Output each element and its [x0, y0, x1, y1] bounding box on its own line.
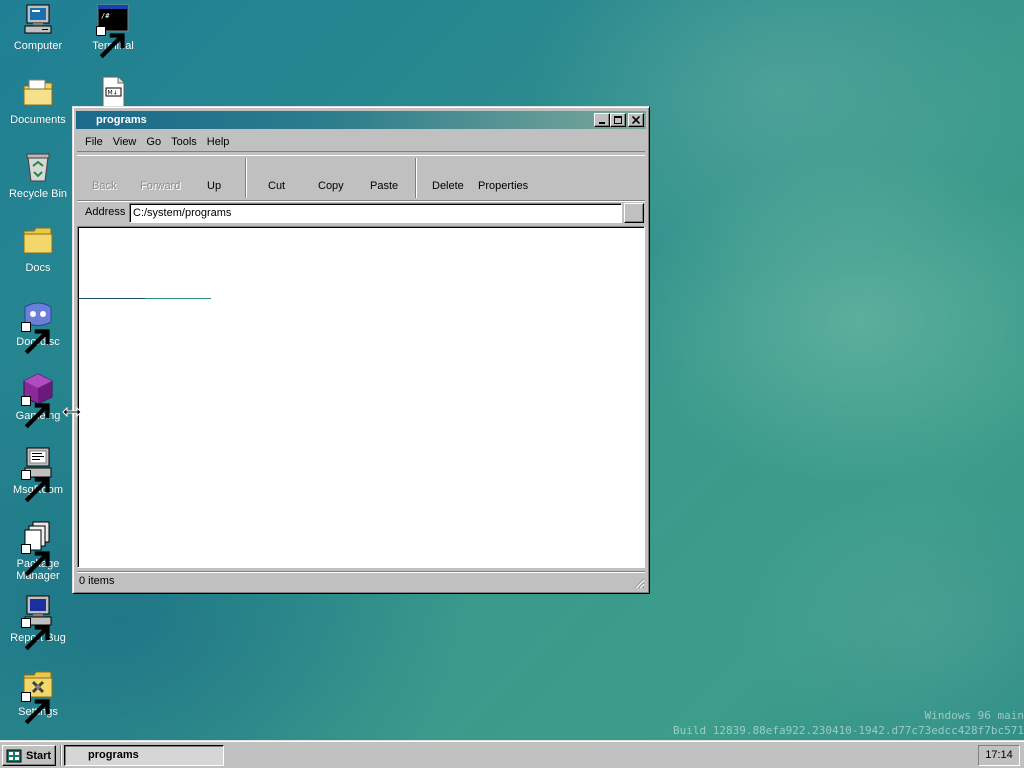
- shortcut-arrow-icon: [96, 26, 125, 59]
- desktop-icon-msgroom[interactable]: MsgRoom: [2, 446, 74, 503]
- terminal-icon: /#: [96, 2, 130, 59]
- markdown-file-icon: M↓: [96, 76, 130, 106]
- shortcut-arrow-icon: [21, 618, 50, 651]
- computer-icon: [21, 2, 55, 36]
- build-watermark: Windows 96 main Build 12839.88efa922.230…: [634, 708, 1024, 738]
- doordisc-icon: [21, 298, 55, 355]
- menu-tools[interactable]: Tools: [167, 134, 201, 150]
- taskbar-item-programs[interactable]: programs: [64, 745, 224, 766]
- watermark-line-1: Windows 96 main: [924, 709, 1024, 722]
- close-icon: [632, 116, 640, 124]
- desktop-icon-package-manager[interactable]: Package Manager: [2, 520, 74, 582]
- selection-line: [79, 298, 211, 299]
- desktop-icon-report-bug[interactable]: Report Bug: [2, 594, 74, 651]
- taskbar: Start programs 17:14: [0, 740, 1024, 768]
- desktop-icon-settings[interactable]: Settings: [2, 668, 74, 725]
- taskbar-separator: [60, 745, 62, 766]
- watermark-line-2: Build 12839.88efa922.230410-1942.d77c73e…: [673, 724, 1024, 737]
- menu-help[interactable]: Help: [203, 134, 234, 150]
- paste-button[interactable]: Paste: [370, 180, 398, 192]
- resize-cursor-icon: [62, 406, 82, 418]
- desktop-icon-label: Computer: [13, 40, 63, 52]
- cube-icon: [21, 372, 55, 429]
- recycle-bin-icon: [21, 150, 55, 184]
- maximize-button[interactable]: [610, 113, 626, 127]
- desktop-file-markdown[interactable]: M↓: [77, 76, 149, 106]
- shortcut-arrow-icon: [21, 396, 50, 429]
- folder-documents-icon: [21, 76, 55, 110]
- shortcut-arrow-icon: [21, 322, 50, 355]
- menu-file[interactable]: File: [81, 134, 107, 150]
- start-label: Start: [26, 749, 52, 762]
- desktop-icon-documents[interactable]: Documents: [2, 76, 74, 126]
- resize-grip-icon[interactable]: [633, 577, 645, 589]
- desktop-icon-recycle-bin[interactable]: Recycle Bin: [2, 150, 74, 200]
- package-manager-icon: [21, 520, 55, 577]
- toolbar-separator: [415, 158, 417, 198]
- delete-button[interactable]: Delete: [432, 180, 464, 192]
- menu-go[interactable]: Go: [142, 134, 165, 150]
- settings-icon: [21, 668, 55, 725]
- start-logo-icon: [6, 749, 22, 762]
- window-title: programs: [96, 114, 147, 126]
- copy-button[interactable]: Copy: [318, 180, 344, 192]
- window-controls: [594, 113, 644, 127]
- shortcut-arrow-icon: [21, 692, 50, 725]
- minimize-icon: [599, 122, 605, 124]
- desktop-icon-terminal[interactable]: /# Terminal: [77, 2, 149, 59]
- folder-icon: [21, 224, 55, 258]
- cut-button[interactable]: Cut: [268, 180, 285, 192]
- desktop-icon-label: Recycle Bin: [8, 188, 68, 200]
- system-tray-clock[interactable]: 17:14: [978, 745, 1020, 766]
- menu-view[interactable]: View: [109, 134, 141, 150]
- desktop-icon-docs[interactable]: Docs: [2, 224, 74, 274]
- shortcut-arrow-icon: [21, 544, 50, 577]
- start-button[interactable]: Start: [2, 745, 56, 766]
- explorer-window: programs File View Go Tools Help Back Fo…: [72, 106, 650, 594]
- report-bug-icon: [21, 594, 55, 651]
- window-titlebar[interactable]: programs: [76, 111, 646, 129]
- desktop-icon-doordisc[interactable]: Doordisc: [2, 298, 74, 355]
- address-label: Address: [85, 206, 126, 218]
- file-list-area[interactable]: [77, 226, 645, 568]
- minimize-button[interactable]: [594, 113, 610, 127]
- toolbar: Back Forward Up Cut Copy Paste Delete Pr…: [77, 155, 645, 199]
- shortcut-arrow-icon: [21, 470, 50, 503]
- toolbar-separator: [245, 158, 247, 198]
- svg-text:/#: /#: [101, 12, 110, 20]
- menu-bar: File View Go Tools Help: [77, 132, 645, 152]
- svg-text:M↓: M↓: [108, 90, 118, 97]
- properties-button[interactable]: Properties: [478, 180, 528, 192]
- desktop-icon-label: Docs: [25, 262, 51, 274]
- close-button[interactable]: [628, 113, 644, 127]
- status-bar: 0 items: [77, 571, 645, 589]
- forward-button[interactable]: Forward: [140, 180, 180, 192]
- msgroom-icon: [21, 446, 55, 503]
- desktop-icon-computer[interactable]: Computer: [2, 2, 74, 52]
- address-go-button[interactable]: [624, 203, 644, 223]
- desktop-icon-label: Documents: [10, 114, 66, 126]
- address-bar: Address: [77, 200, 645, 224]
- status-text: 0 items: [79, 575, 115, 587]
- maximize-icon: [614, 116, 622, 124]
- up-button[interactable]: Up: [207, 180, 221, 192]
- back-button[interactable]: Back: [92, 180, 116, 192]
- address-input[interactable]: [129, 203, 622, 223]
